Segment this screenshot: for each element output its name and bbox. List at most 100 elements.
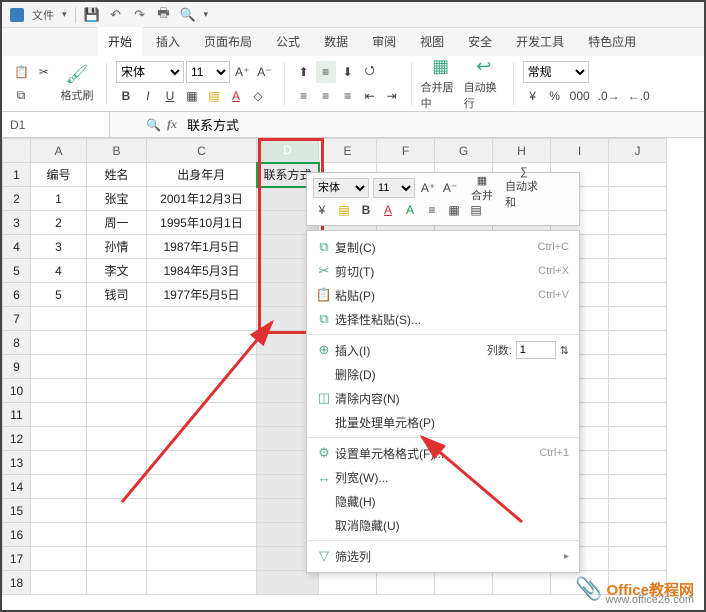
thousands-icon[interactable]: 000 (567, 85, 593, 107)
mini-highlight-icon[interactable]: A (401, 200, 419, 220)
italic-button[interactable]: I (138, 85, 158, 107)
align-middle-icon[interactable]: ≡ (316, 61, 336, 83)
ctx-paste[interactable]: 📋粘贴(P)Ctrl+V (307, 283, 579, 307)
align-center-icon[interactable]: ≡ (316, 85, 336, 107)
ctx-unhide[interactable]: 取消隐藏(U) (307, 513, 579, 537)
file-menu-caret[interactable]: ▾ (62, 9, 67, 20)
ctx-paste-special[interactable]: ⧉选择性粘贴(S)... (307, 307, 579, 331)
col-header-a[interactable]: A (31, 139, 87, 163)
tab-view[interactable]: 视图 (410, 27, 454, 56)
row-header[interactable]: 18 (3, 571, 31, 595)
row-header[interactable]: 15 (3, 499, 31, 523)
indent-dec-icon[interactable]: ⇤ (360, 85, 380, 107)
cell[interactable]: 3 (31, 235, 87, 259)
paste-icon[interactable]: 📋 (11, 61, 32, 83)
mini-grow-font-icon[interactable]: A⁺ (419, 178, 437, 198)
cell[interactable]: 出身年月 (147, 163, 257, 187)
indent-inc-icon[interactable]: ⇥ (382, 85, 402, 107)
ctx-filter-col[interactable]: ▽筛选列▸ (307, 544, 579, 568)
save-icon[interactable]: 💾 (84, 7, 100, 23)
formula-value[interactable]: 联系方式 (177, 115, 239, 134)
cell[interactable]: 2001年12月3日 (147, 187, 257, 211)
inc-decimal-icon[interactable]: .0→ (595, 85, 623, 107)
bold-button[interactable]: B (116, 85, 136, 107)
cell[interactable]: 1 (31, 187, 87, 211)
number-format-select[interactable]: 常规 (523, 61, 589, 83)
mini-currency-icon[interactable]: ¥ (313, 200, 331, 220)
shrink-font-icon[interactable]: A⁻ (254, 61, 274, 83)
cell[interactable]: 4 (31, 259, 87, 283)
cell[interactable]: 5 (31, 283, 87, 307)
row-header[interactable]: 8 (3, 331, 31, 355)
ctx-cut[interactable]: ✂剪切(T)Ctrl+X (307, 259, 579, 283)
row-header[interactable]: 17 (3, 547, 31, 571)
fill-color-icon[interactable]: ▤ (204, 85, 224, 107)
copy-icon[interactable]: ⧉ (11, 85, 31, 107)
cell[interactable]: 1987年1月5日 (147, 235, 257, 259)
ctx-insert[interactable]: ⊕插入(I)列数:⇅ (307, 338, 579, 362)
col-header-c[interactable]: C (147, 139, 257, 163)
merge-center-button[interactable]: ▦ 合并居中 (421, 61, 461, 107)
ctx-format-cells[interactable]: ⚙设置单元格格式(F)...Ctrl+1 (307, 441, 579, 465)
ctx-clear[interactable]: ◫清除内容(N) (307, 386, 579, 410)
ctx-delete[interactable]: 删除(D) (307, 362, 579, 386)
col-header-j[interactable]: J (609, 139, 667, 163)
qat-more[interactable]: ▾ (204, 9, 209, 20)
dec-decimal-icon[interactable]: ←.0 (625, 85, 653, 107)
print-icon[interactable]: 🖶 (156, 7, 172, 23)
tab-start[interactable]: 开始 (98, 27, 142, 56)
auto-wrap-button[interactable]: ↩ 自动换行 (464, 61, 504, 107)
select-all-corner[interactable] (3, 139, 31, 163)
col-header-b[interactable]: B (87, 139, 147, 163)
col-header-g[interactable]: G (435, 139, 493, 163)
cell[interactable]: 钱司 (87, 283, 147, 307)
find-icon[interactable]: 🔍 (146, 118, 161, 132)
clear-format-icon[interactable]: ◇ (248, 85, 268, 107)
ctx-col-width[interactable]: ↔列宽(W)... (307, 465, 579, 489)
format-painter-button[interactable]: 🖌 格式刷 (57, 61, 97, 107)
mini-font-color-icon[interactable]: A (379, 200, 397, 220)
tab-data[interactable]: 数据 (314, 27, 358, 56)
mini-border-icon[interactable]: ▦ (445, 200, 463, 220)
cell[interactable]: 姓名 (87, 163, 147, 187)
redo-icon[interactable]: ↷ (132, 7, 148, 23)
tab-dev[interactable]: 开发工具 (506, 27, 574, 56)
cell[interactable]: 1977年5月5日 (147, 283, 257, 307)
cell[interactable]: 编号 (31, 163, 87, 187)
cell[interactable]: 张宝 (87, 187, 147, 211)
mini-bold-button[interactable]: B (357, 200, 375, 220)
cell[interactable] (609, 163, 667, 187)
underline-button[interactable]: U (160, 85, 180, 107)
border-icon[interactable]: ▦ (182, 85, 202, 107)
row-header[interactable]: 7 (3, 307, 31, 331)
row-header[interactable]: 13 (3, 451, 31, 475)
row-header[interactable]: 14 (3, 475, 31, 499)
ctx-hide[interactable]: 隐藏(H) (307, 489, 579, 513)
align-bottom-icon[interactable]: ⬇ (338, 61, 358, 83)
row-header[interactable]: 12 (3, 427, 31, 451)
cell[interactable]: 孙情 (87, 235, 147, 259)
ctx-copy[interactable]: ⧉复制(C)Ctrl+C (307, 235, 579, 259)
align-top-icon[interactable]: ⬆ (294, 61, 314, 83)
percent-icon[interactable]: % (545, 85, 565, 107)
align-right-icon[interactable]: ≡ (338, 85, 358, 107)
mini-shrink-font-icon[interactable]: A⁻ (441, 178, 459, 198)
mini-fill-icon[interactable]: ▤ (335, 200, 353, 220)
row-header[interactable]: 16 (3, 523, 31, 547)
fx-icon[interactable]: fx (167, 117, 177, 132)
font-name-select[interactable]: 宋体 (116, 61, 184, 83)
undo-icon[interactable]: ↶ (108, 7, 124, 23)
preview-icon[interactable]: 🔍 (180, 7, 196, 23)
tab-layout[interactable]: 页面布局 (194, 27, 262, 56)
cut-icon[interactable]: ✂ (34, 61, 54, 83)
row-header[interactable]: 11 (3, 403, 31, 427)
cell[interactable]: 1995年10月1日 (147, 211, 257, 235)
file-menu[interactable]: 文件 (32, 7, 54, 23)
name-box[interactable]: D1 (2, 112, 110, 137)
mini-format-icon[interactable]: ▤ (467, 200, 485, 220)
row-header[interactable]: 10 (3, 379, 31, 403)
tab-security[interactable]: 安全 (458, 27, 502, 56)
font-color-icon[interactable]: A (226, 85, 246, 107)
tab-formulas[interactable]: 公式 (266, 27, 310, 56)
mini-merge-button[interactable]: ▦合并 (463, 174, 501, 203)
